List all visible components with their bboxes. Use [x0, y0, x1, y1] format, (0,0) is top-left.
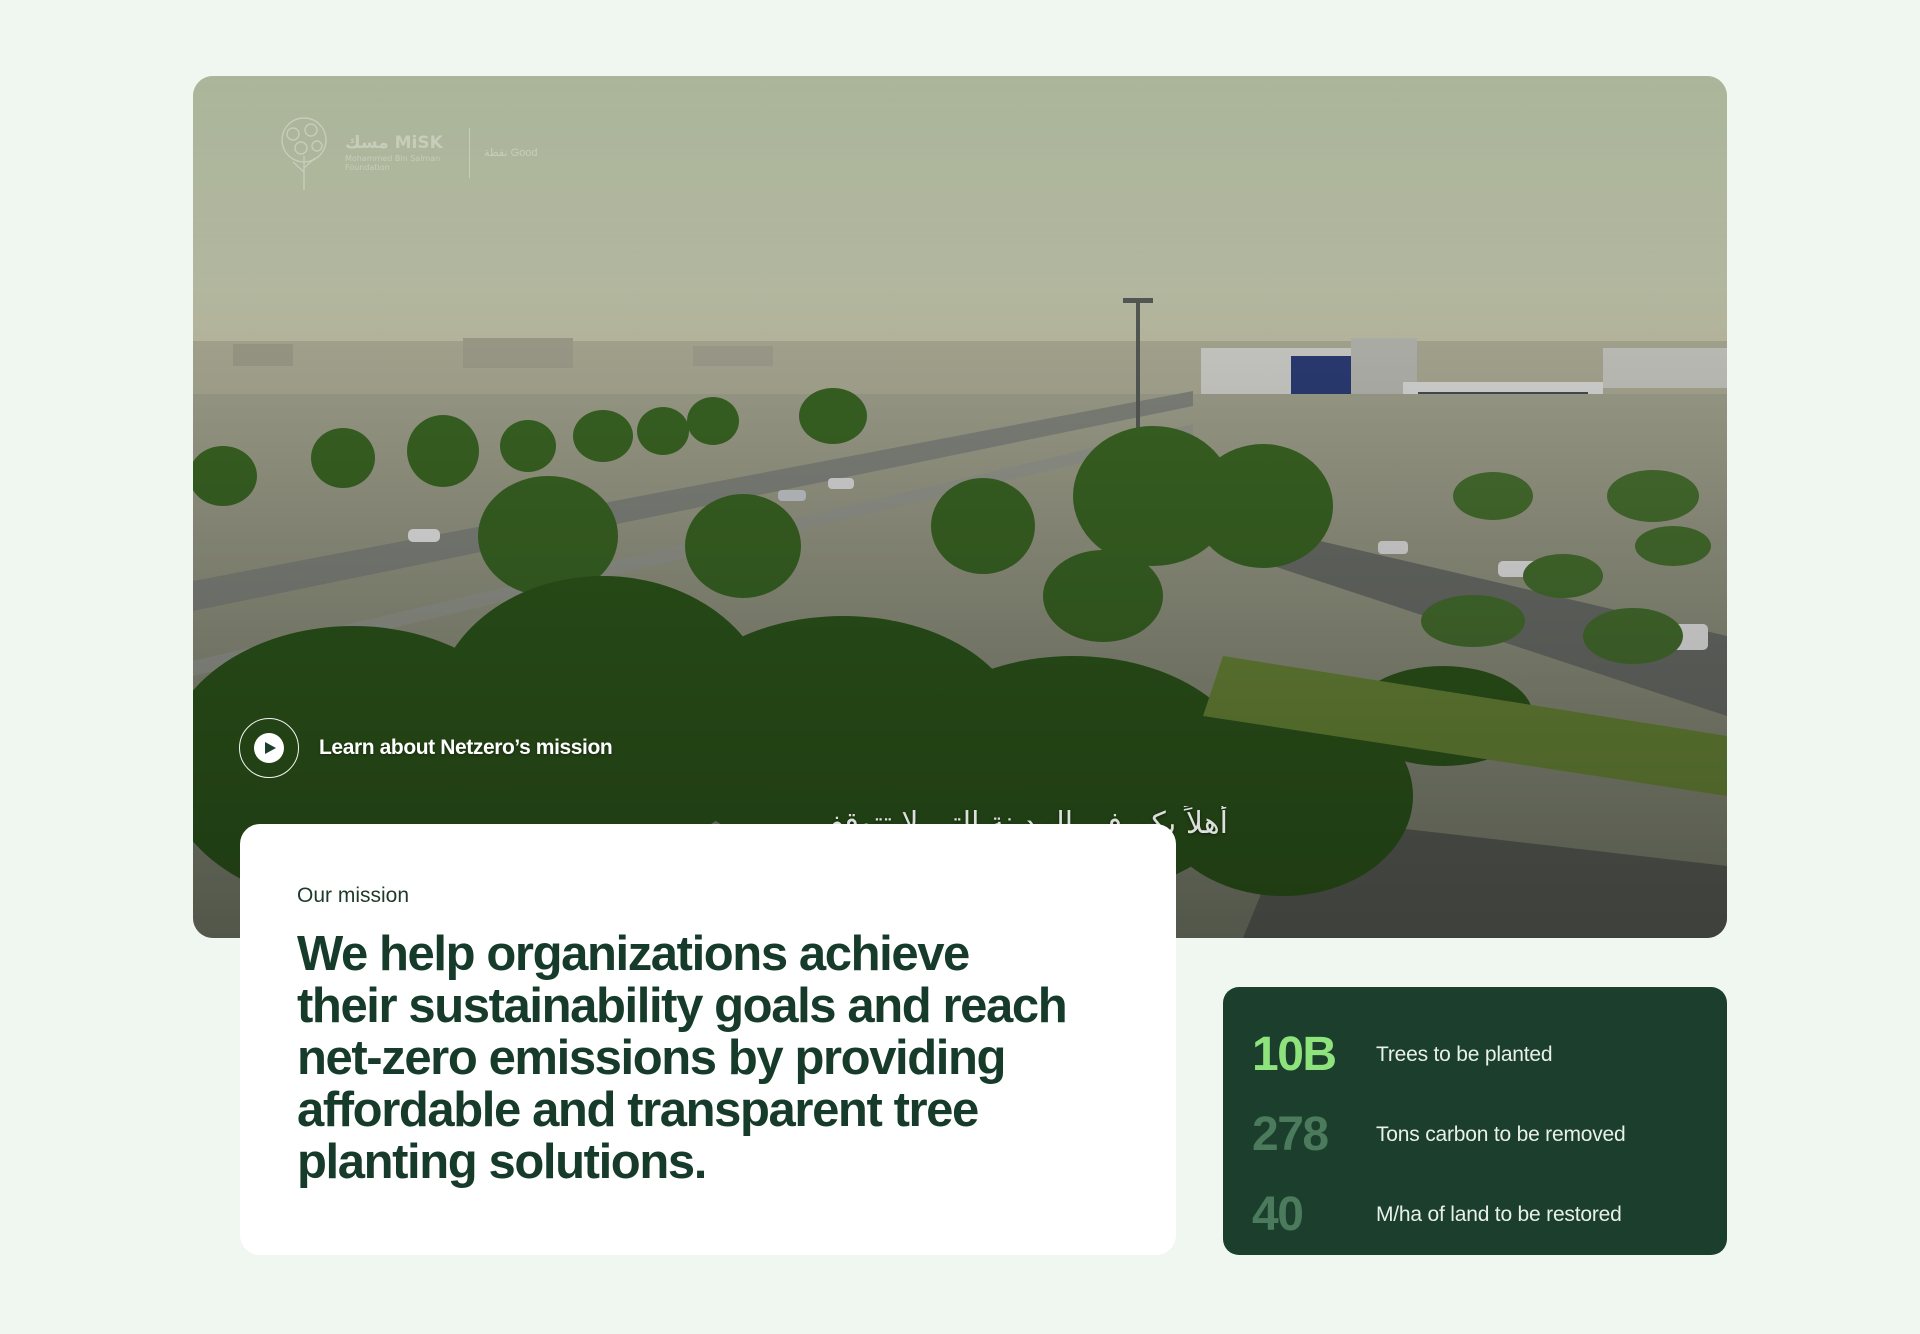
logo-text: مسك MiSK Mohammed Bin Salman Foundation: [345, 133, 455, 173]
stat-label: M/ha of land to be restored: [1376, 1203, 1622, 1226]
stat-value: 278: [1252, 1108, 1329, 1161]
mission-card: Our mission We help organizations achiev…: [240, 824, 1176, 1255]
mission-eyebrow: Our mission: [297, 884, 410, 907]
mission-video[interactable]: مسك MiSK Mohammed Bin Salman Foundation …: [193, 76, 1727, 938]
play-icon: [265, 742, 276, 754]
stat-label: Trees to be planted: [1376, 1043, 1553, 1066]
stat-row-trees: 10B Trees to be planted: [1252, 1015, 1727, 1095]
logo-name: مسك MiSK: [345, 133, 443, 154]
logo-partner: نقطة Good: [484, 146, 538, 159]
play-disc: [254, 733, 284, 763]
misk-logo-watermark: مسك MiSK Mohammed Bin Salman Foundation …: [271, 112, 538, 194]
play-video-control[interactable]: Learn about Netzero’s mission: [239, 718, 613, 778]
page: مسك MiSK Mohammed Bin Salman Foundation …: [0, 0, 1920, 1334]
logo-subtitle: Mohammed Bin Salman Foundation: [345, 153, 441, 173]
tree-logo-icon: [281, 117, 327, 190]
play-button[interactable]: [239, 718, 299, 778]
stat-row-carbon: 278 Tons carbon to be removed: [1252, 1095, 1727, 1175]
play-label[interactable]: Learn about Netzero’s mission: [319, 736, 613, 760]
mission-statement: We help organizations achieve their sust…: [297, 927, 1068, 1189]
logo-divider: [469, 128, 470, 178]
stat-value: 10B: [1252, 1028, 1337, 1081]
stat-row-land: 40 M/ha of land to be restored: [1252, 1175, 1727, 1255]
stats-card: 10B Trees to be planted 278 Tons carbon …: [1223, 987, 1727, 1255]
stat-label: Tons carbon to be removed: [1376, 1123, 1626, 1146]
stat-value: 40: [1252, 1188, 1304, 1241]
